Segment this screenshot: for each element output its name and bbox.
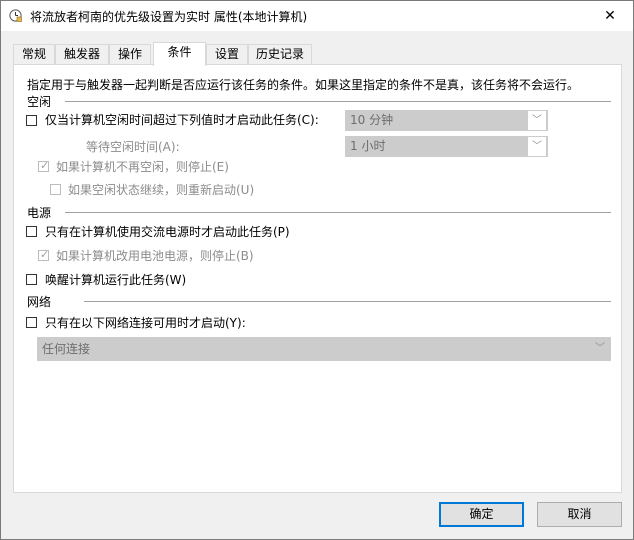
tab-actions[interactable]: 操作 <box>109 44 151 64</box>
wait-idle-label: 等待空闲时间(A): <box>86 140 180 154</box>
chevron-down-icon: ﹀ <box>527 137 546 156</box>
idle-duration-combo[interactable]: 10 分钟 ﹀ <box>345 110 548 131</box>
ok-button[interactable]: 确定 <box>439 502 524 527</box>
start-only-if-idle-label[interactable]: 仅当计算机空闲时间超过下列值时才启动此任务(C): <box>45 111 319 128</box>
tab-conditions[interactable]: 条件 <box>153 42 206 66</box>
restart-if-idle-checkbox[interactable] <box>50 184 61 195</box>
wake-to-run-label[interactable]: 唤醒计算机运行此任务(W) <box>45 271 186 288</box>
power-separator <box>65 212 611 213</box>
chevron-down-icon: ﹀ <box>591 338 609 360</box>
network-section-header: 网络 <box>27 295 52 309</box>
ac-power-only-checkbox[interactable] <box>26 226 37 237</box>
properties-dialog: 将流放者柯南的优先级设置为实时 属性(本地计算机) ✕ 常规 触发器 操作 条件… <box>0 0 634 540</box>
window-title: 将流放者柯南的优先级设置为实时 属性(本地计算机) <box>30 10 308 24</box>
cancel-button[interactable]: 取消 <box>537 502 622 527</box>
tab-history-label: 历史记录 <box>255 47 304 61</box>
wake-to-run-checkbox[interactable] <box>26 274 37 285</box>
tab-history[interactable]: 历史记录 <box>248 44 312 64</box>
close-icon: ✕ <box>604 8 616 24</box>
tab-settings[interactable]: 设置 <box>206 44 248 64</box>
conditions-description: 指定用于与触发器一起判断是否应运行该任务的条件。如果这里指定的条件不是真，该任务… <box>27 78 580 92</box>
power-section-header: 电源 <box>27 206 52 220</box>
tab-triggers-label: 触发器 <box>63 47 100 61</box>
stop-if-not-idle-label[interactable]: 如果计算机不再空闲，则停止(E) <box>56 158 229 175</box>
network-connection-value: 任何连接 <box>42 342 91 356</box>
network-available-label[interactable]: 只有在以下网络连接可用时才启动(Y): <box>45 314 246 331</box>
idle-separator <box>65 101 611 102</box>
stop-if-not-idle-checkbox[interactable]: ✓ <box>38 159 50 172</box>
title-bar: 将流放者柯南的优先级设置为实时 属性(本地计算机) ✕ <box>1 1 633 31</box>
checkmark-icon: ✓ <box>40 248 50 261</box>
close-button[interactable]: ✕ <box>587 1 633 31</box>
task-clock-icon <box>9 9 22 22</box>
wait-duration-combo[interactable]: 1 小时 ﹀ <box>345 136 548 157</box>
wait-duration-value: 1 小时 <box>350 139 386 153</box>
tab-general[interactable]: 常规 <box>13 44 55 64</box>
chevron-down-icon: ﹀ <box>527 111 546 130</box>
conditions-panel: 指定用于与触发器一起判断是否应运行该任务的条件。如果这里指定的条件不是真，该任务… <box>13 64 622 493</box>
tab-conditions-label: 条件 <box>167 45 192 59</box>
tab-settings-label: 设置 <box>214 47 239 61</box>
idle-duration-value: 10 分钟 <box>350 113 394 127</box>
tab-actions-label: 操作 <box>117 47 142 61</box>
cancel-button-label: 取消 <box>567 507 592 521</box>
restart-if-idle-label[interactable]: 如果空闲状态继续，则重新启动(U) <box>68 181 254 198</box>
network-available-checkbox[interactable] <box>26 317 37 328</box>
start-only-if-idle-checkbox[interactable] <box>26 115 37 126</box>
idle-section-header: 空闲 <box>27 95 52 109</box>
stop-on-battery-label[interactable]: 如果计算机改用电池电源，则停止(B) <box>56 247 254 264</box>
checkmark-icon: ✓ <box>40 159 50 172</box>
network-separator <box>84 301 611 302</box>
ok-button-label: 确定 <box>469 507 494 521</box>
stop-on-battery-checkbox[interactable]: ✓ <box>38 248 50 261</box>
network-connection-combo[interactable]: 任何连接 ﹀ <box>37 337 611 361</box>
tab-triggers[interactable]: 触发器 <box>55 44 109 64</box>
ac-power-only-label[interactable]: 只有在计算机使用交流电源时才启动此任务(P) <box>45 223 290 240</box>
tab-general-label: 常规 <box>21 47 46 61</box>
